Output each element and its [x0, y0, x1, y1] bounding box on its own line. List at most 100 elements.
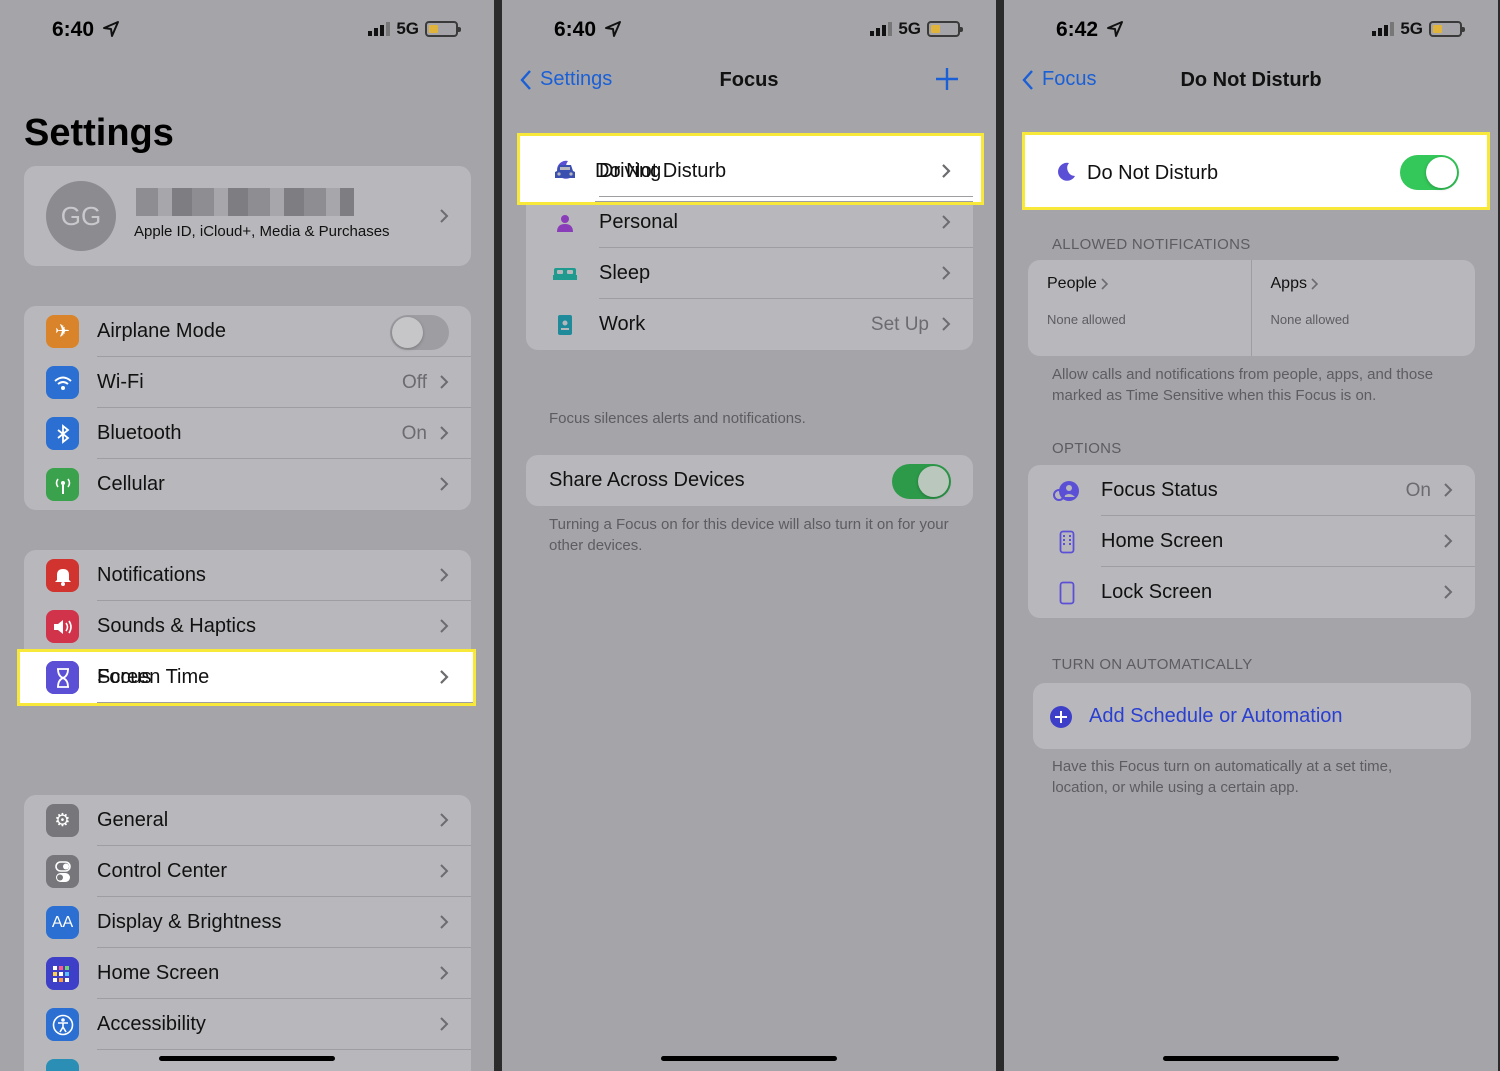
chevron-right-icon: [440, 477, 449, 491]
apple-id-row[interactable]: GG Apple ID, iCloud+, Media & Purchases: [24, 166, 471, 266]
chevron-right-icon: [440, 915, 449, 929]
row-value: Set Up: [870, 313, 929, 335]
option-row-home-screen[interactable]: Home Screen: [1028, 516, 1475, 567]
focus-row-sleep[interactable]: Sleep: [526, 248, 973, 299]
turn-on-automatically-header: TURN ON AUTOMATICALLY: [1052, 656, 1253, 673]
allowed-notifications-header: ALLOWED NOTIFICATIONS: [1052, 236, 1251, 253]
accessibility-icon: [46, 1008, 79, 1041]
app-grid-icon: [46, 957, 79, 990]
nav-title: Focus: [719, 69, 779, 91]
apps-cell[interactable]: Apps None allowed: [1252, 260, 1476, 356]
signal-icon: [870, 22, 893, 36]
plus-icon[interactable]: [934, 66, 960, 92]
row-label: Cellular: [97, 473, 165, 495]
chevron-right-icon: [440, 619, 449, 633]
toggle-knob: [918, 466, 949, 497]
share-across-devices-row[interactable]: Share Across Devices: [526, 455, 973, 506]
settings-row-notifications[interactable]: Notifications: [24, 550, 471, 601]
network-label: 5G: [396, 19, 419, 38]
settings-row-cellular[interactable]: Cellular: [24, 459, 471, 510]
options-header: OPTIONS: [1052, 440, 1122, 457]
chevron-right-icon: [440, 966, 449, 980]
dnd-toggle-row[interactable]: Do Not Disturb: [1022, 132, 1490, 210]
gear-icon: ⚙: [46, 804, 79, 837]
settings-row-general[interactable]: ⚙ General: [24, 795, 471, 846]
settings-row-wifi[interactable]: Wi-Fi Off: [24, 357, 471, 408]
people-cell[interactable]: People None allowed: [1028, 260, 1252, 356]
chevron-right-icon: [440, 426, 449, 440]
option-row-focus-status[interactable]: Focus Status On: [1028, 465, 1475, 516]
status-right: 5G: [870, 19, 963, 39]
airplane-mode-toggle[interactable]: [390, 315, 449, 350]
do-not-disturb-toggle[interactable]: [1400, 155, 1459, 190]
phone-grid-icon: [1050, 525, 1083, 558]
apps-title: Apps: [1271, 275, 1318, 293]
row-label: Sounds & Haptics: [97, 615, 256, 637]
focus-list: Do Not Disturb Driving Personal Sleep Wo…: [517, 133, 984, 350]
option-row-lock-screen[interactable]: Lock Screen: [1028, 567, 1475, 618]
share-across-devices-toggle[interactable]: [892, 464, 951, 499]
people-label: People: [1047, 275, 1097, 292]
row-label: Lock Screen: [1101, 581, 1213, 603]
moon-icon: [1058, 162, 1075, 181]
settings-row-bluetooth[interactable]: Bluetooth On: [24, 408, 471, 459]
focus-row-personal[interactable]: Personal: [526, 197, 973, 248]
focus-row-work[interactable]: Work Set Up: [526, 299, 973, 350]
bed-icon: [548, 257, 581, 290]
connectivity-group: ✈ Airplane Mode Wi-Fi Off Bluetooth On C…: [24, 306, 471, 510]
general-group: ⚙ General Control Center AA Display & Br…: [24, 795, 471, 1071]
chevron-right-icon: [440, 670, 449, 684]
row-label: Screen Time: [97, 666, 210, 688]
wifi-icon: [46, 366, 79, 399]
automation-footnote: Have this Focus turn on automatically at…: [1052, 758, 1393, 796]
settings-row-screen-time[interactable]: Screen Time: [24, 652, 471, 703]
chevron-right-icon: [1444, 585, 1453, 599]
apps-status: None allowed: [1270, 312, 1350, 327]
status-bar: 6:40 5G: [502, 14, 996, 46]
battery-icon: [425, 21, 461, 37]
speaker-icon: [46, 610, 79, 643]
row-label: General: [97, 809, 169, 831]
settings-row-display[interactable]: AA Display & Brightness: [24, 897, 471, 948]
notifications-group: Notifications Sounds & Haptics Focus Scr…: [17, 550, 476, 706]
avatar: GG: [46, 181, 116, 251]
row-label: Share Across Devices: [549, 469, 745, 491]
blurred-account-name: [136, 188, 354, 216]
chevron-right-icon: [440, 813, 449, 827]
badge-icon: [548, 308, 581, 341]
home-indicator: [159, 1056, 335, 1061]
row-label: Do Not Disturb: [1087, 162, 1219, 184]
people-status: None allowed: [1047, 312, 1126, 327]
chevron-right-icon: [440, 1017, 449, 1031]
do-not-disturb-screen: 6:42 5G Focus Do Not Disturb Do Not Dist…: [1004, 0, 1498, 1071]
bluetooth-icon: [46, 417, 79, 450]
chevron-right-icon: [440, 864, 449, 878]
signal-icon: [1372, 22, 1395, 36]
add-schedule-button[interactable]: Add Schedule or Automation: [1033, 683, 1471, 749]
settings-row-control-center[interactable]: Control Center: [24, 846, 471, 897]
status-time: 6:40: [52, 18, 95, 41]
apps-label: Apps: [1270, 275, 1307, 292]
focus-row-driving[interactable]: Driving: [526, 146, 973, 197]
row-value: On: [401, 422, 427, 444]
text-size-icon: AA: [46, 906, 79, 939]
row-label: Wi-Fi: [97, 371, 144, 393]
chevron-right-icon: [440, 568, 449, 582]
automation-group: Add Schedule or Automation: [1033, 683, 1471, 749]
battery-level: [1433, 25, 1442, 33]
settings-row-airplane-mode[interactable]: ✈ Airplane Mode: [24, 306, 471, 357]
chevron-right-icon: [942, 266, 951, 280]
home-indicator: [1163, 1056, 1339, 1061]
row-label: Home Screen: [1101, 530, 1224, 552]
row-label: Driving: [599, 160, 662, 182]
status-bar: 6:42 5G: [1004, 14, 1498, 46]
row-value: On: [1405, 479, 1431, 501]
settings-row-home-screen[interactable]: Home Screen: [24, 948, 471, 999]
settings-screen: 6:40 5G Settings GG Apple ID, iCloud+, M…: [0, 0, 494, 1071]
settings-row-accessibility[interactable]: Accessibility: [24, 999, 471, 1050]
settings-row-sounds[interactable]: Sounds & Haptics: [24, 601, 471, 652]
switches-icon: [46, 855, 79, 888]
focus-status-icon: [1050, 474, 1083, 507]
row-label: Accessibility: [97, 1013, 206, 1035]
row-label: Notifications: [97, 564, 206, 586]
